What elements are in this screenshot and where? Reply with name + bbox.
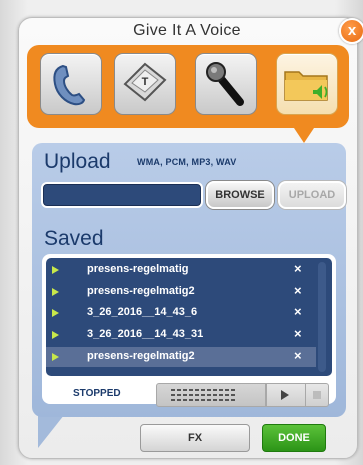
- recording-name: 3_26_2016__14_43_6: [87, 306, 198, 318]
- phone-icon: [53, 64, 86, 106]
- recording-name: presens-regelmatig2: [87, 285, 195, 297]
- list-scrollbar[interactable]: [318, 262, 326, 372]
- saved-heading: Saved: [44, 227, 104, 250]
- play-arrow-icon[interactable]: [52, 266, 59, 274]
- stop-button[interactable]: [305, 383, 329, 407]
- list-item[interactable]: presens-regelmatig2 ×: [46, 282, 316, 302]
- supported-formats: WMA, PCM, MP3, WAV: [137, 157, 237, 167]
- dialog-title: Give It A Voice: [133, 22, 241, 39]
- folder-audio-icon: [284, 71, 328, 101]
- upload-mode-button[interactable]: [276, 53, 338, 115]
- recording-name: presens-regelmatig2: [87, 350, 195, 362]
- phone-mode-button[interactable]: [40, 53, 102, 115]
- level-meter-bars: [171, 389, 235, 401]
- microphone-icon: [206, 62, 244, 106]
- key-letter: T: [142, 76, 149, 88]
- recording-name: 3_26_2016__14_43_31: [87, 328, 204, 340]
- stop-icon: [313, 391, 321, 399]
- list-item[interactable]: presens-regelmatig ×: [46, 260, 316, 280]
- list-item[interactable]: 3_26_2016__14_43_6 ×: [46, 303, 316, 323]
- done-button[interactable]: DONE: [262, 424, 326, 452]
- recording-name: presens-regelmatig: [87, 263, 189, 275]
- browse-button[interactable]: BROWSE: [206, 181, 274, 209]
- fx-button[interactable]: FX: [140, 424, 250, 452]
- close-button[interactable]: x: [339, 18, 363, 44]
- list-item[interactable]: 3_26_2016__14_43_31 ×: [46, 325, 316, 345]
- play-arrow-icon[interactable]: [52, 331, 59, 339]
- delete-x-icon[interactable]: ×: [294, 261, 302, 276]
- keyboard-key-icon: T: [123, 62, 167, 102]
- microphone-mode-button[interactable]: [195, 53, 257, 115]
- play-arrow-icon[interactable]: [52, 353, 59, 361]
- delete-x-icon[interactable]: ×: [294, 304, 302, 319]
- play-button[interactable]: [266, 383, 306, 407]
- delete-x-icon[interactable]: ×: [294, 326, 302, 341]
- play-icon: [281, 390, 289, 400]
- delete-x-icon[interactable]: ×: [294, 283, 302, 298]
- delete-x-icon[interactable]: ×: [294, 348, 302, 363]
- level-meter: [156, 383, 266, 407]
- player-status: STOPPED: [73, 388, 121, 399]
- active-mode-pointer: [292, 125, 316, 143]
- file-path-field[interactable]: [41, 182, 203, 208]
- list-item-selected[interactable]: presens-regelmatig2 ×: [46, 347, 316, 367]
- text-to-speech-mode-button[interactable]: T: [114, 53, 176, 115]
- upload-button[interactable]: UPLOAD: [278, 181, 346, 209]
- upload-heading: Upload: [44, 150, 111, 173]
- play-arrow-icon[interactable]: [52, 309, 59, 317]
- play-arrow-icon[interactable]: [52, 288, 59, 296]
